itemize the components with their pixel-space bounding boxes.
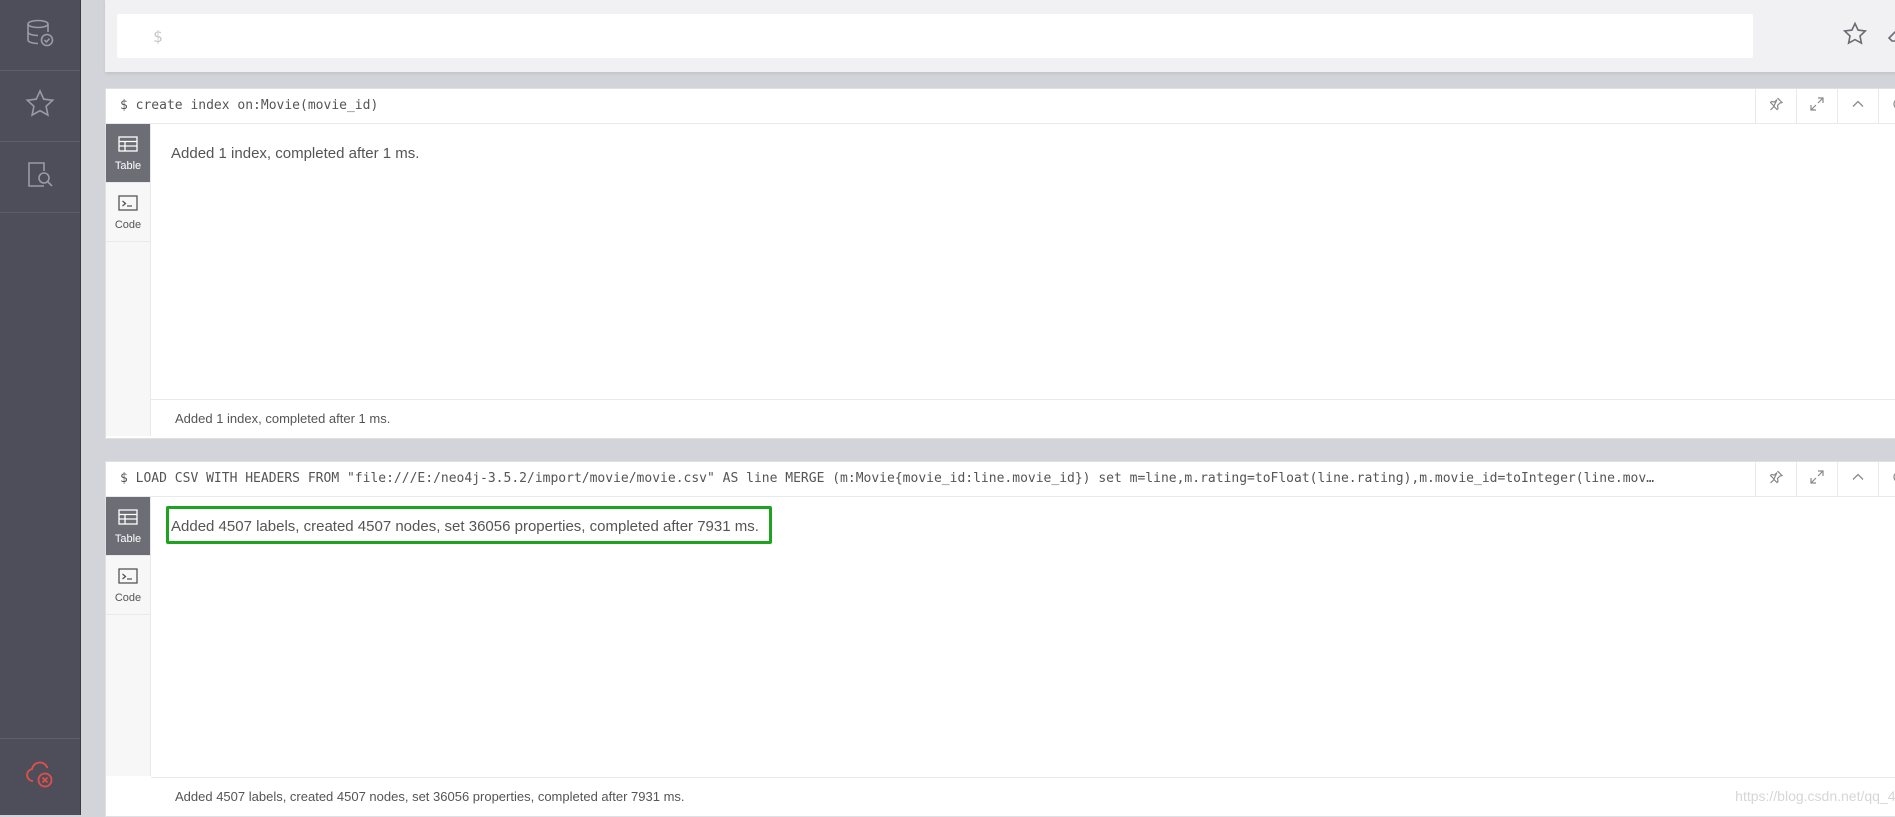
code-icon [117,567,139,592]
result-frame-1: $ create index on:Movie(movie_id) Table … [105,88,1895,439]
sidebar-connection-status[interactable] [0,738,80,816]
sidebar-item-documents[interactable] [0,142,80,213]
table-icon [117,508,139,533]
query-editor-input[interactable]: $ [117,14,1753,58]
frame-header: $ LOAD CSV WITH HEADERS FROM "file:///E:… [106,462,1895,497]
frame-header: $ create index on:Movie(movie_id) [106,89,1895,124]
frame-command[interactable]: $ LOAD CSV WITH HEADERS FROM "file:///E:… [120,462,1660,496]
document-search-icon [24,159,56,196]
expand-icon [1809,469,1825,490]
fullscreen-button[interactable] [1796,462,1837,496]
chevron-up-icon [1850,469,1866,490]
table-icon [117,135,139,160]
clear-button[interactable] [1877,18,1895,54]
sidebar [0,0,81,815]
expand-icon [1809,96,1825,117]
tab-code-label: Code [114,591,142,604]
pin-button[interactable] [1755,89,1796,123]
tab-table-label: Table [114,532,142,545]
editor-bar: $ [105,0,1895,72]
sidebar-item-favorites[interactable] [0,71,80,142]
editor-prompt: $ [153,26,163,46]
chevron-up-icon [1850,96,1866,117]
editor-actions [1833,18,1895,54]
sidebar-item-database[interactable] [0,0,80,71]
refresh-icon [1891,96,1895,117]
star-icon [24,88,56,125]
view-tabs: Table Code [106,497,151,776]
result-frame-2: $ LOAD CSV WITH HEADERS FROM "file:///E:… [105,461,1895,817]
status-message: Added 4507 labels, created 4507 nodes, s… [175,789,685,804]
pin-icon [1768,96,1784,117]
fullscreen-button[interactable] [1796,89,1837,123]
result-message: Added 4507 labels, created 4507 nodes, s… [171,518,759,535]
frame-controls [1755,462,1895,496]
clear-icon [1886,21,1895,52]
main-area: $ $ create index on:Movie(movie_id) Tabl… [81,0,1895,817]
rerun-button[interactable] [1878,89,1895,123]
watermark: https://blog.csdn.net/qq_42886289 [1735,788,1895,804]
tab-code-label: Code [114,218,142,231]
connection-error-icon [24,759,56,796]
pin-button[interactable] [1755,462,1796,496]
frame-status-bar: Added 4507 labels, created 4507 nodes, s… [151,777,1895,816]
pin-icon [1768,469,1784,490]
tab-code[interactable]: Code [106,556,150,615]
view-tabs: Table Code [106,124,151,436]
collapse-button[interactable] [1837,462,1878,496]
code-icon [117,194,139,219]
refresh-icon [1891,469,1895,490]
tab-table[interactable]: Table [106,124,150,183]
frame-controls [1755,89,1895,123]
favorite-button[interactable] [1833,18,1877,54]
tab-table[interactable]: Table [106,497,150,556]
status-message: Added 1 index, completed after 1 ms. [175,411,391,426]
collapse-button[interactable] [1837,89,1878,123]
rerun-button[interactable] [1878,462,1895,496]
tab-code[interactable]: Code [106,183,150,242]
database-icon [24,17,56,54]
result-message: Added 1 index, completed after 1 ms. [171,145,420,162]
tab-table-label: Table [114,159,142,172]
frame-status-bar: Added 1 index, completed after 1 ms. [151,399,1895,438]
favorite-icon [1842,21,1868,52]
frame-command[interactable]: $ create index on:Movie(movie_id) [120,89,1660,123]
